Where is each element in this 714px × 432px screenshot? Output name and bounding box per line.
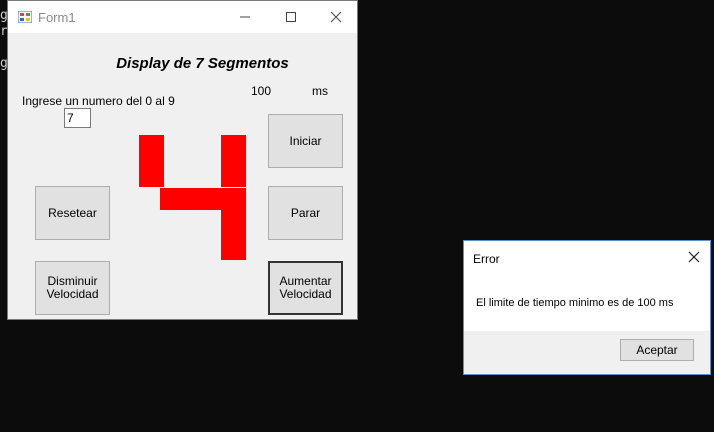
window-title: Form1 (38, 10, 76, 25)
dialog-message: El limite de tiempo minimo es de 100 ms (476, 297, 674, 309)
speed-unit: ms (312, 84, 328, 98)
minimize-button[interactable] (222, 1, 268, 33)
app-icon (18, 11, 32, 23)
segment-f (139, 135, 164, 187)
minimize-icon (240, 16, 250, 18)
accept-button[interactable]: Aceptar (620, 339, 694, 361)
dialog-title: Error (473, 252, 500, 266)
title-bar[interactable]: Form1 (8, 1, 357, 33)
main-window: Form1 Display de 7 Segmentos 100 ms Ingr… (7, 0, 358, 320)
speed-value: 100 (251, 84, 272, 98)
display-heading: Display de 7 Segmentos (116, 55, 289, 72)
number-input[interactable]: 7 (64, 108, 91, 128)
stop-button[interactable]: Parar (268, 186, 343, 240)
decrease-speed-button[interactable]: Disminuir Velocidad (35, 261, 110, 315)
segment-c (221, 206, 246, 260)
dialog-close-button[interactable] (682, 245, 706, 269)
start-button[interactable]: Iniciar (268, 114, 343, 168)
maximize-icon (286, 12, 296, 22)
close-icon (330, 11, 342, 23)
maximize-button[interactable] (268, 1, 314, 33)
error-dialog: Error El limite de tiempo minimo es de 1… (463, 240, 711, 375)
reset-button[interactable]: Resetear (35, 186, 110, 240)
close-button[interactable] (313, 1, 359, 33)
number-prompt-label: Ingrese un numero del 0 al 9 (22, 94, 175, 108)
segment-b (221, 135, 246, 187)
increase-speed-button[interactable]: Aumentar Velocidad (268, 261, 343, 315)
dialog-footer: Aceptar (464, 331, 710, 374)
close-icon (688, 251, 700, 263)
